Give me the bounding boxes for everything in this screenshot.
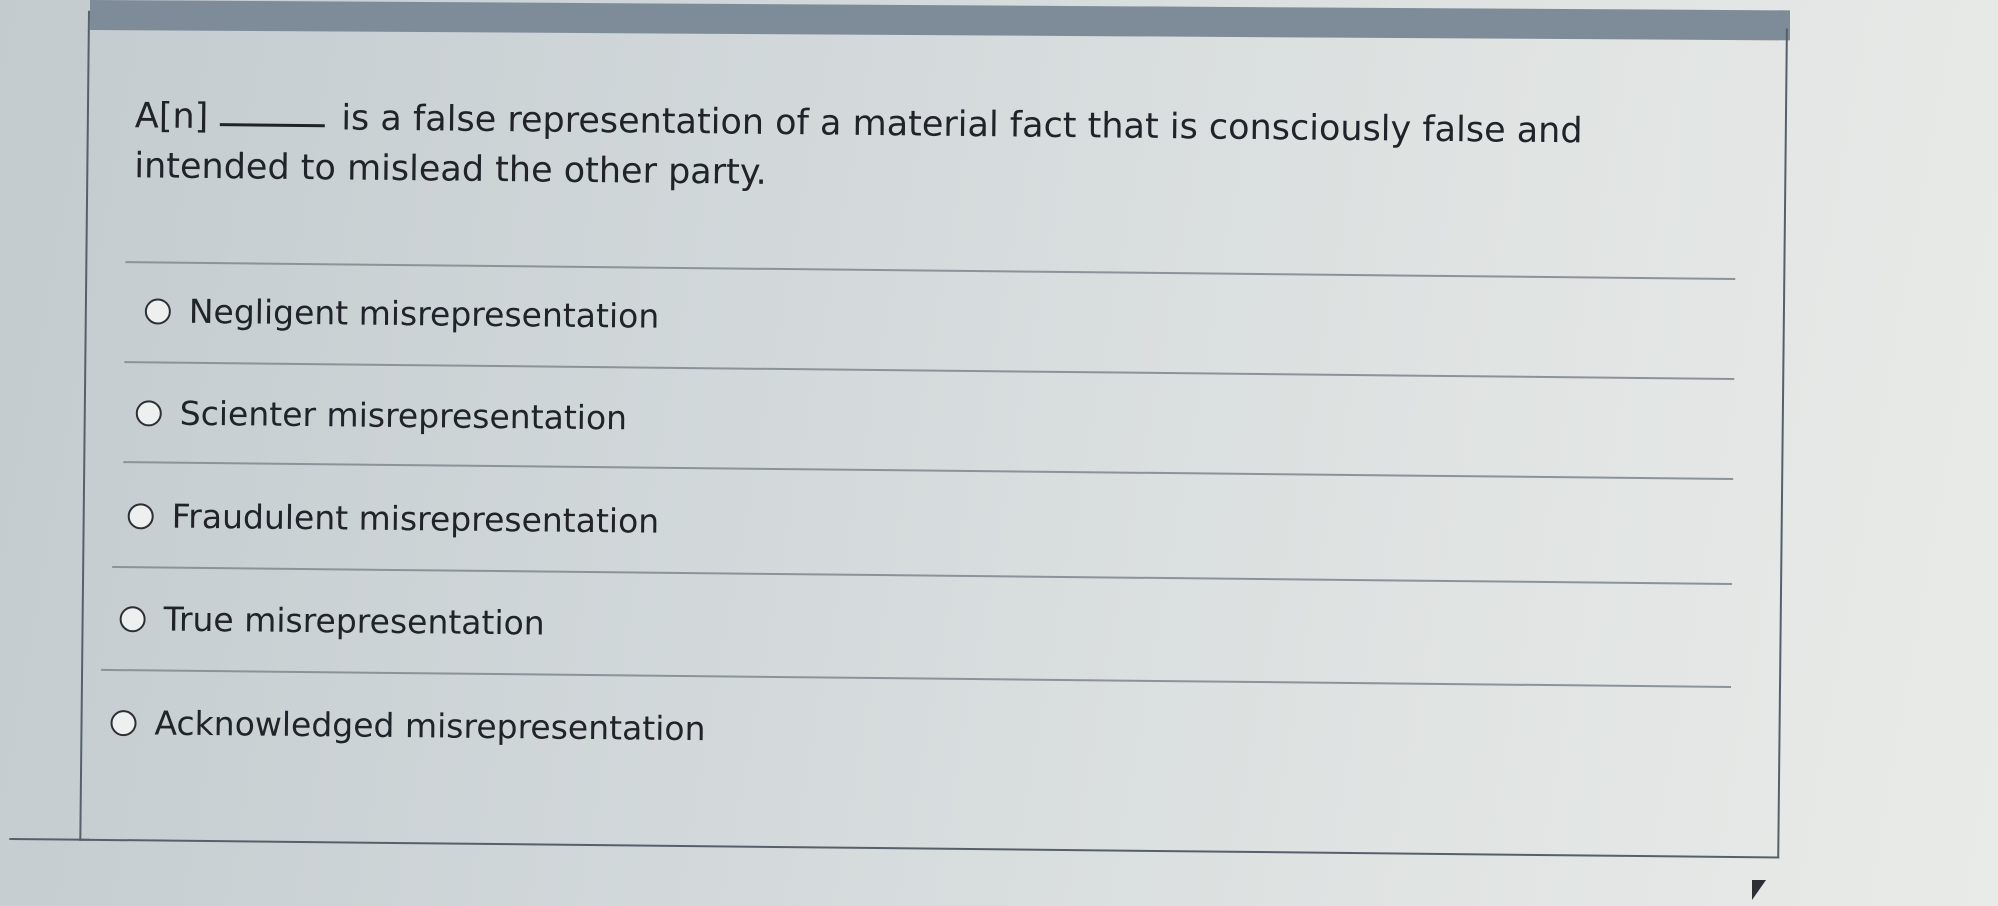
option-label: Negligent misrepresentation — [188, 291, 660, 336]
option-fraudulent-misrepresentation[interactable]: Fraudulent misrepresentation — [127, 496, 660, 541]
question-card: A[n] is a false representation of a mater… — [9, 10, 1818, 869]
option-negligent-misrepresentation[interactable]: Negligent misrepresentation — [144, 291, 660, 336]
option-scienter-misrepresentation[interactable]: Scienter misrepresentation — [135, 393, 628, 438]
option-label: Acknowledged misrepresentation — [154, 703, 706, 749]
quiz-screen: A[n] is a false representation of a mater… — [0, 0, 1998, 906]
option-label: True misrepresentation — [163, 599, 545, 643]
card-bottom-edge — [9, 837, 90, 841]
radio-unselected-icon[interactable] — [127, 502, 154, 529]
answer-blank — [220, 123, 326, 128]
option-true-misrepresentation[interactable]: True misrepresentation — [119, 599, 545, 643]
question-text: A[n] is a false representation of a mater… — [134, 91, 1735, 208]
option-acknowledged-misrepresentation[interactable]: Acknowledged misrepresentation — [110, 703, 706, 749]
radio-unselected-icon[interactable] — [119, 605, 146, 632]
radio-unselected-icon[interactable] — [135, 399, 162, 427]
mouse-pointer-icon — [1752, 880, 1766, 900]
radio-unselected-icon[interactable] — [110, 709, 137, 736]
radio-unselected-icon[interactable] — [144, 297, 171, 325]
question-suffix: is a false representation of a material … — [134, 98, 1583, 193]
question-prefix: A[n] — [134, 96, 209, 137]
option-label: Fraudulent misrepresentation — [171, 496, 660, 541]
option-label: Scienter misrepresentation — [179, 393, 628, 438]
